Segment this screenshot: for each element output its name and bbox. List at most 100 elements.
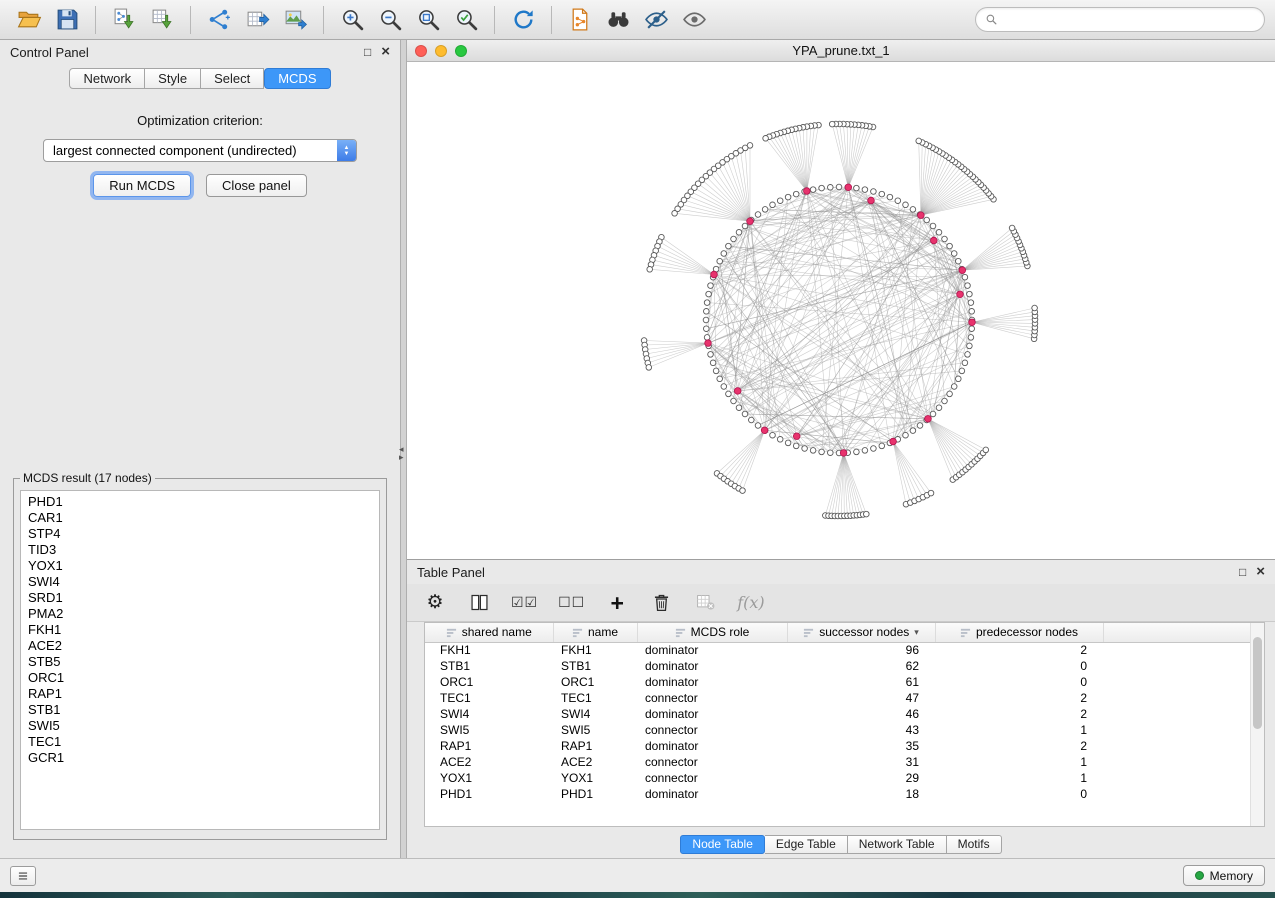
result-node-item[interactable]: ORC1 <box>28 670 372 686</box>
tab-edge-table[interactable]: Edge Table <box>765 835 848 854</box>
create-column-button[interactable]: + <box>605 590 629 616</box>
close-icon[interactable]: × <box>1256 566 1265 578</box>
table-row[interactable]: ACE2ACE2connector311 <box>425 754 1264 770</box>
table-row[interactable]: SWI4SWI4dominator462 <box>425 706 1264 722</box>
optimization-criterion-select[interactable]: largest connected component (undirected)… <box>43 139 357 162</box>
result-node-item[interactable]: CAR1 <box>28 510 372 526</box>
result-node-item[interactable]: SRD1 <box>28 590 372 606</box>
search-box[interactable] <box>975 7 1265 32</box>
result-node-item[interactable]: STP4 <box>28 526 372 542</box>
table-scrollbar[interactable] <box>1250 623 1264 826</box>
tab-mcds[interactable]: MCDS <box>264 68 330 89</box>
table-panel-title: Table Panel <box>417 565 485 580</box>
table-row[interactable]: TEC1TEC1connector472 <box>425 690 1264 706</box>
table-row[interactable]: YOX1YOX1connector291 <box>425 770 1264 786</box>
table-panel: Table Panel □ × ⚙ ☑☑ ☐☐ + f(x) shared namena… <box>407 560 1275 858</box>
status-bar: Memory <box>0 858 1275 892</box>
table-panel-header: Table Panel □ × <box>407 560 1275 584</box>
open-session-button[interactable] <box>10 4 48 36</box>
network-canvas[interactable] <box>407 62 1275 559</box>
plus-icon: + <box>611 593 624 613</box>
result-node-item[interactable]: TEC1 <box>28 734 372 750</box>
table-row[interactable]: RAP1RAP1dominator352 <box>425 738 1264 754</box>
column-header-MCDS-role[interactable]: MCDS role <box>637 623 787 642</box>
chevron-down-icon: ▾ <box>914 627 919 638</box>
hide-graphics-details-button[interactable] <box>637 4 675 36</box>
result-node-item[interactable]: FKH1 <box>28 622 372 638</box>
apply-preferred-layout-button[interactable] <box>504 4 542 36</box>
zoom-out-icon <box>378 7 403 32</box>
export-network-button[interactable] <box>200 4 238 36</box>
zoom-selected-button[interactable] <box>447 4 485 36</box>
deselect-all-rows-button[interactable]: ☐☐ <box>558 590 585 616</box>
scrollbar-thumb[interactable] <box>1253 637 1262 729</box>
table-row[interactable]: FKH1FKH1dominator962 <box>425 642 1264 658</box>
tab-network-table[interactable]: Network Table <box>848 835 947 854</box>
function-builder-button: f(x) <box>737 590 764 616</box>
panel-splitter[interactable]: ◂ ▸ <box>400 40 407 858</box>
show-graphics-details-button[interactable] <box>675 4 713 36</box>
zoom-fit-button[interactable] <box>409 4 447 36</box>
result-node-item[interactable]: STB5 <box>28 654 372 670</box>
tab-motifs[interactable]: Motifs <box>947 835 1002 854</box>
save-session-button[interactable] <box>48 4 86 36</box>
node-table: shared namenameMCDS rolesuccessor nodes▾… <box>425 623 1264 802</box>
tab-node-table[interactable]: Node Table <box>680 835 765 854</box>
result-node-item[interactable]: PMA2 <box>28 606 372 622</box>
table-row[interactable]: PHD1PHD1dominator180 <box>425 786 1264 802</box>
arrow-right-icon[interactable]: ▸ <box>399 453 404 461</box>
float-window-icon[interactable]: □ <box>1239 566 1246 578</box>
import-network-from-file-button[interactable] <box>105 4 143 36</box>
export-to-web-button[interactable] <box>561 4 599 36</box>
tab-network[interactable]: Network <box>69 68 145 89</box>
float-window-icon[interactable]: □ <box>364 46 371 58</box>
column-attribute-icon <box>960 627 971 638</box>
tab-select[interactable]: Select <box>201 68 264 89</box>
window-minimize-icon[interactable] <box>435 45 447 57</box>
binoculars-icon <box>606 7 631 32</box>
export-network-icon <box>207 7 232 32</box>
column-header-name[interactable]: name <box>553 623 637 642</box>
import-table-icon <box>150 7 175 32</box>
zoom-in-button[interactable] <box>333 4 371 36</box>
table-row[interactable]: STB1STB1dominator620 <box>425 658 1264 674</box>
memory-button[interactable]: Memory <box>1183 865 1265 886</box>
run-mcds-button[interactable]: Run MCDS <box>93 174 191 197</box>
refresh-icon <box>511 7 536 32</box>
panel-menu-button[interactable] <box>10 866 36 886</box>
show-column-button[interactable] <box>467 590 491 616</box>
import-table-from-file-button[interactable] <box>143 4 181 36</box>
close-panel-button[interactable]: Close panel <box>206 174 307 197</box>
result-node-item[interactable]: SWI5 <box>28 718 372 734</box>
close-icon[interactable]: × <box>381 46 390 58</box>
table-row[interactable]: SWI5SWI5connector431 <box>425 722 1264 738</box>
export-table-button[interactable] <box>238 4 276 36</box>
window-close-icon[interactable] <box>415 45 427 57</box>
export-image-button[interactable] <box>276 4 314 36</box>
result-node-item[interactable]: YOX1 <box>28 558 372 574</box>
column-header-predecessor-nodes[interactable]: predecessor nodes <box>935 623 1103 642</box>
result-node-item[interactable]: PHD1 <box>28 494 372 510</box>
table-options-button[interactable]: ⚙ <box>423 590 447 616</box>
zoom-out-button[interactable] <box>371 4 409 36</box>
column-attribute-icon <box>572 627 583 638</box>
column-header-successor-nodes[interactable]: successor nodes▾ <box>787 623 935 642</box>
control-panel: Control Panel □ × NetworkStyleSelectMCDS… <box>0 40 400 858</box>
search-network-button[interactable] <box>599 4 637 36</box>
result-node-item[interactable]: TID3 <box>28 542 372 558</box>
result-node-item[interactable]: ACE2 <box>28 638 372 654</box>
result-node-item[interactable]: SWI4 <box>28 574 372 590</box>
zoom-in-icon <box>340 7 365 32</box>
select-all-rows-button[interactable]: ☑☑ <box>511 590 538 616</box>
search-input[interactable] <box>1004 12 1255 27</box>
tab-style[interactable]: Style <box>145 68 201 89</box>
result-node-item[interactable]: STB1 <box>28 702 372 718</box>
chevron-down-icon: ▼ <box>344 151 350 157</box>
column-header-shared-name[interactable]: shared name <box>425 623 553 642</box>
table-row[interactable]: ORC1ORC1dominator610 <box>425 674 1264 690</box>
splitter-collapse-icon[interactable]: ◂ ▸ <box>399 445 404 461</box>
delete-column-button[interactable] <box>649 590 673 616</box>
window-maximize-icon[interactable] <box>455 45 467 57</box>
result-node-item[interactable]: GCR1 <box>28 750 372 766</box>
result-node-item[interactable]: RAP1 <box>28 686 372 702</box>
